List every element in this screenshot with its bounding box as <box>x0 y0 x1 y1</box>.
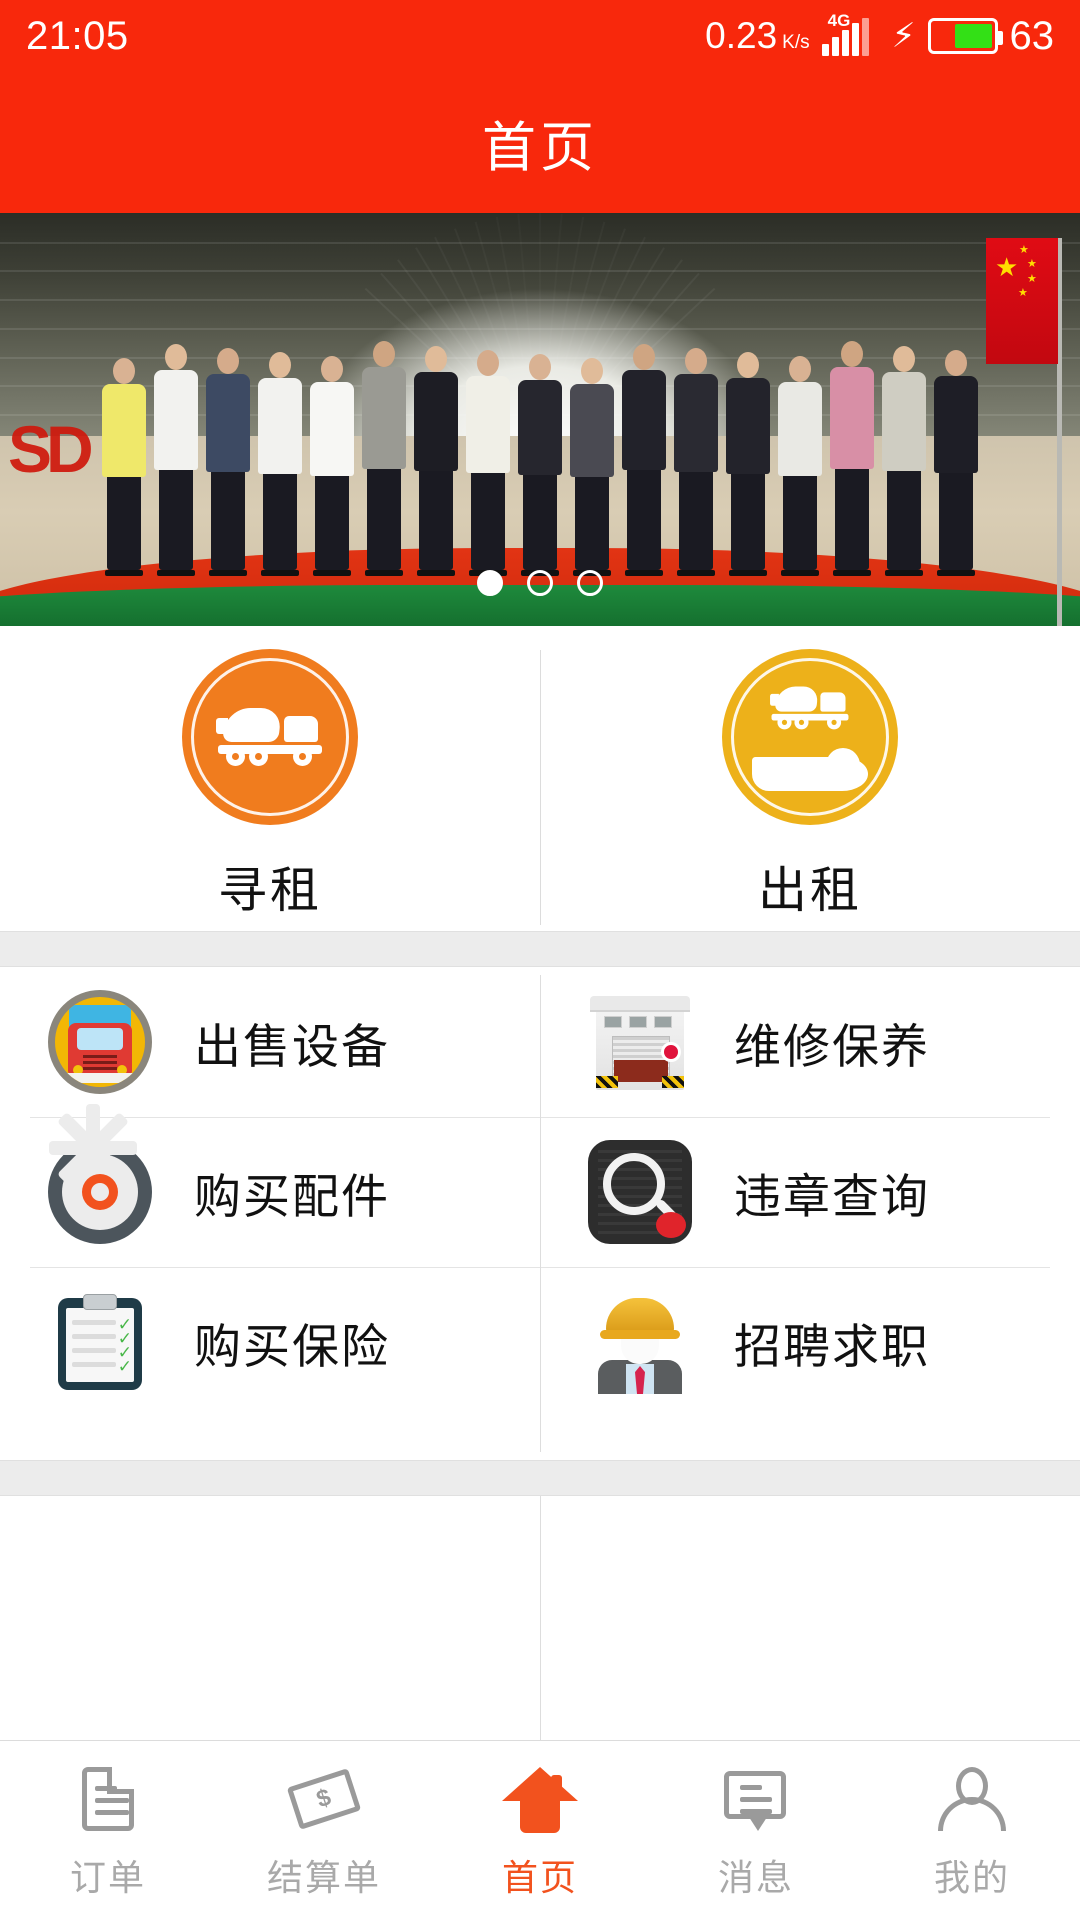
person-silhouette <box>724 336 772 577</box>
magnifier-search-icon <box>588 1140 692 1244</box>
worker-helmet-icon <box>588 1290 692 1394</box>
carousel-dots[interactable] <box>0 570 1080 596</box>
network-speed-value: 0.23 <box>705 15 778 56</box>
lightning-bolt-icon: ⚡ <box>891 17 916 55</box>
service-item-jobs[interactable]: 招聘求职 <box>540 1267 1080 1417</box>
tab-label: 首页 <box>501 1856 578 1898</box>
person-silhouette <box>828 323 876 577</box>
person-silhouette <box>256 336 304 577</box>
bottom-tab-bar: 订单 $ 结算单 首页 消息 我的 <box>0 1740 1080 1920</box>
service-item-label: 出售设备 <box>194 1019 390 1073</box>
status-bar-clock: 21:05 <box>26 13 129 58</box>
network-speed-unit-denominator: s <box>800 32 810 53</box>
banner-carousel[interactable]: SD ★ ★ ★ ★ ★ <box>0 213 1080 626</box>
network-speed-unit-numerator: K <box>782 32 795 53</box>
service-item-label: 购买配件 <box>194 1169 390 1223</box>
primary-action-label: 出租 <box>757 864 862 918</box>
person-silhouette <box>412 328 460 577</box>
service-item-repair-maintain[interactable]: 维修保养 <box>540 967 1080 1117</box>
document-icon <box>70 1761 146 1837</box>
person-silhouette <box>932 333 980 577</box>
person-silhouette <box>204 331 252 577</box>
network-speed-indicator: 0.23 K / s <box>705 15 809 57</box>
person-silhouette <box>308 341 356 577</box>
services-row: 购买配件 违章查询 <box>0 1104 1080 1267</box>
carousel-dot-1[interactable] <box>477 570 503 596</box>
services-row: 出售设备 维修保养 <box>0 967 1080 1117</box>
person-silhouette <box>568 344 616 577</box>
app-root: 21:05 0.23 K / s 4G ⚡ 63 首页 SD ★ ★ ★ ★ ★… <box>0 0 1080 1920</box>
tab-orders[interactable]: 订单 <box>0 1761 216 1901</box>
gear-icon <box>48 1104 152 1244</box>
tab-label: 消息 <box>717 1856 794 1898</box>
tab-messages[interactable]: 消息 <box>648 1761 864 1901</box>
carousel-dot-2[interactable] <box>527 570 553 596</box>
service-item-label: 违章查询 <box>734 1169 930 1223</box>
banner-image: SD ★ ★ ★ ★ ★ <box>0 213 1080 626</box>
open-hand-icon <box>752 748 868 791</box>
service-item-buy-parts[interactable]: 购买配件 <box>0 1104 540 1267</box>
battery-icon <box>927 18 1003 54</box>
primary-action-seek-rent[interactable]: 寻租 <box>0 635 540 922</box>
tab-mine[interactable]: 我的 <box>864 1761 1080 1901</box>
status-bar-indicators: 0.23 K / s 4G ⚡ 63 <box>705 12 1055 59</box>
person-silhouette <box>152 325 200 577</box>
service-item-label: 维修保养 <box>734 1019 930 1073</box>
primary-action-label: 寻租 <box>217 864 322 918</box>
home-icon <box>502 1761 578 1837</box>
signal-bars-icon: 4G <box>821 12 880 56</box>
network-speed-unit: K / s <box>782 33 809 52</box>
section-divider-2 <box>0 1460 1080 1496</box>
clipboard-checklist-icon: ✓ ✓ ✓ ✓ <box>48 1290 152 1394</box>
tab-label: 我的 <box>933 1856 1010 1898</box>
tab-statement[interactable]: $ 结算单 <box>216 1761 432 1901</box>
person-silhouette <box>360 323 408 577</box>
person-silhouette <box>516 339 564 577</box>
person-silhouette <box>620 325 668 577</box>
chat-bubble-icon <box>718 1761 794 1837</box>
garage-workshop-icon <box>588 990 692 1094</box>
service-item-label: 招聘求职 <box>734 1319 930 1373</box>
banner-group-photo-people <box>0 312 1080 577</box>
status-bar: 21:05 0.23 K / s 4G ⚡ 63 <box>0 0 1080 72</box>
service-item-sell-equipment[interactable]: 出售设备 <box>0 967 540 1117</box>
service-item-label: 购买保险 <box>194 1319 390 1373</box>
person-silhouette <box>100 344 148 577</box>
mixer-truck-on-hand-icon <box>722 649 898 825</box>
page-header: 首页 <box>0 72 1080 213</box>
page-title: 首页 <box>482 118 598 178</box>
battery-percent-label: 63 <box>1009 13 1055 58</box>
person-silhouette <box>880 328 928 577</box>
carousel-dot-3[interactable] <box>577 570 603 596</box>
person-icon <box>934 1761 1010 1837</box>
tab-label: 订单 <box>69 1856 146 1898</box>
tab-home[interactable]: 首页 <box>432 1761 648 1901</box>
person-silhouette <box>776 341 824 577</box>
services-row: ✓ ✓ ✓ ✓ 购买保险 招聘求职 <box>0 1267 1080 1417</box>
mixer-truck-icon <box>182 649 358 825</box>
primary-action-offer-rent[interactable]: 出租 <box>540 635 1080 922</box>
person-silhouette <box>464 333 512 577</box>
money-bill-icon: $ <box>286 1761 362 1837</box>
tab-label: 结算单 <box>266 1856 381 1898</box>
red-truck-front-icon <box>48 990 152 1094</box>
service-item-violation-query[interactable]: 违章查询 <box>540 1117 1080 1267</box>
person-silhouette <box>672 331 720 577</box>
service-item-buy-insurance[interactable]: ✓ ✓ ✓ ✓ 购买保险 <box>0 1267 540 1417</box>
network-type-label: 4G <box>827 11 851 30</box>
primary-actions-section: 寻租 出租 <box>0 626 1080 931</box>
services-grid: 出售设备 维修保养 购买配件 违章查询 ✓ ✓ ✓ ✓ 购买保险 招聘求职 <box>0 967 1080 1460</box>
next-section-partial[interactable] <box>0 1496 1080 1740</box>
section-divider <box>0 931 1080 967</box>
